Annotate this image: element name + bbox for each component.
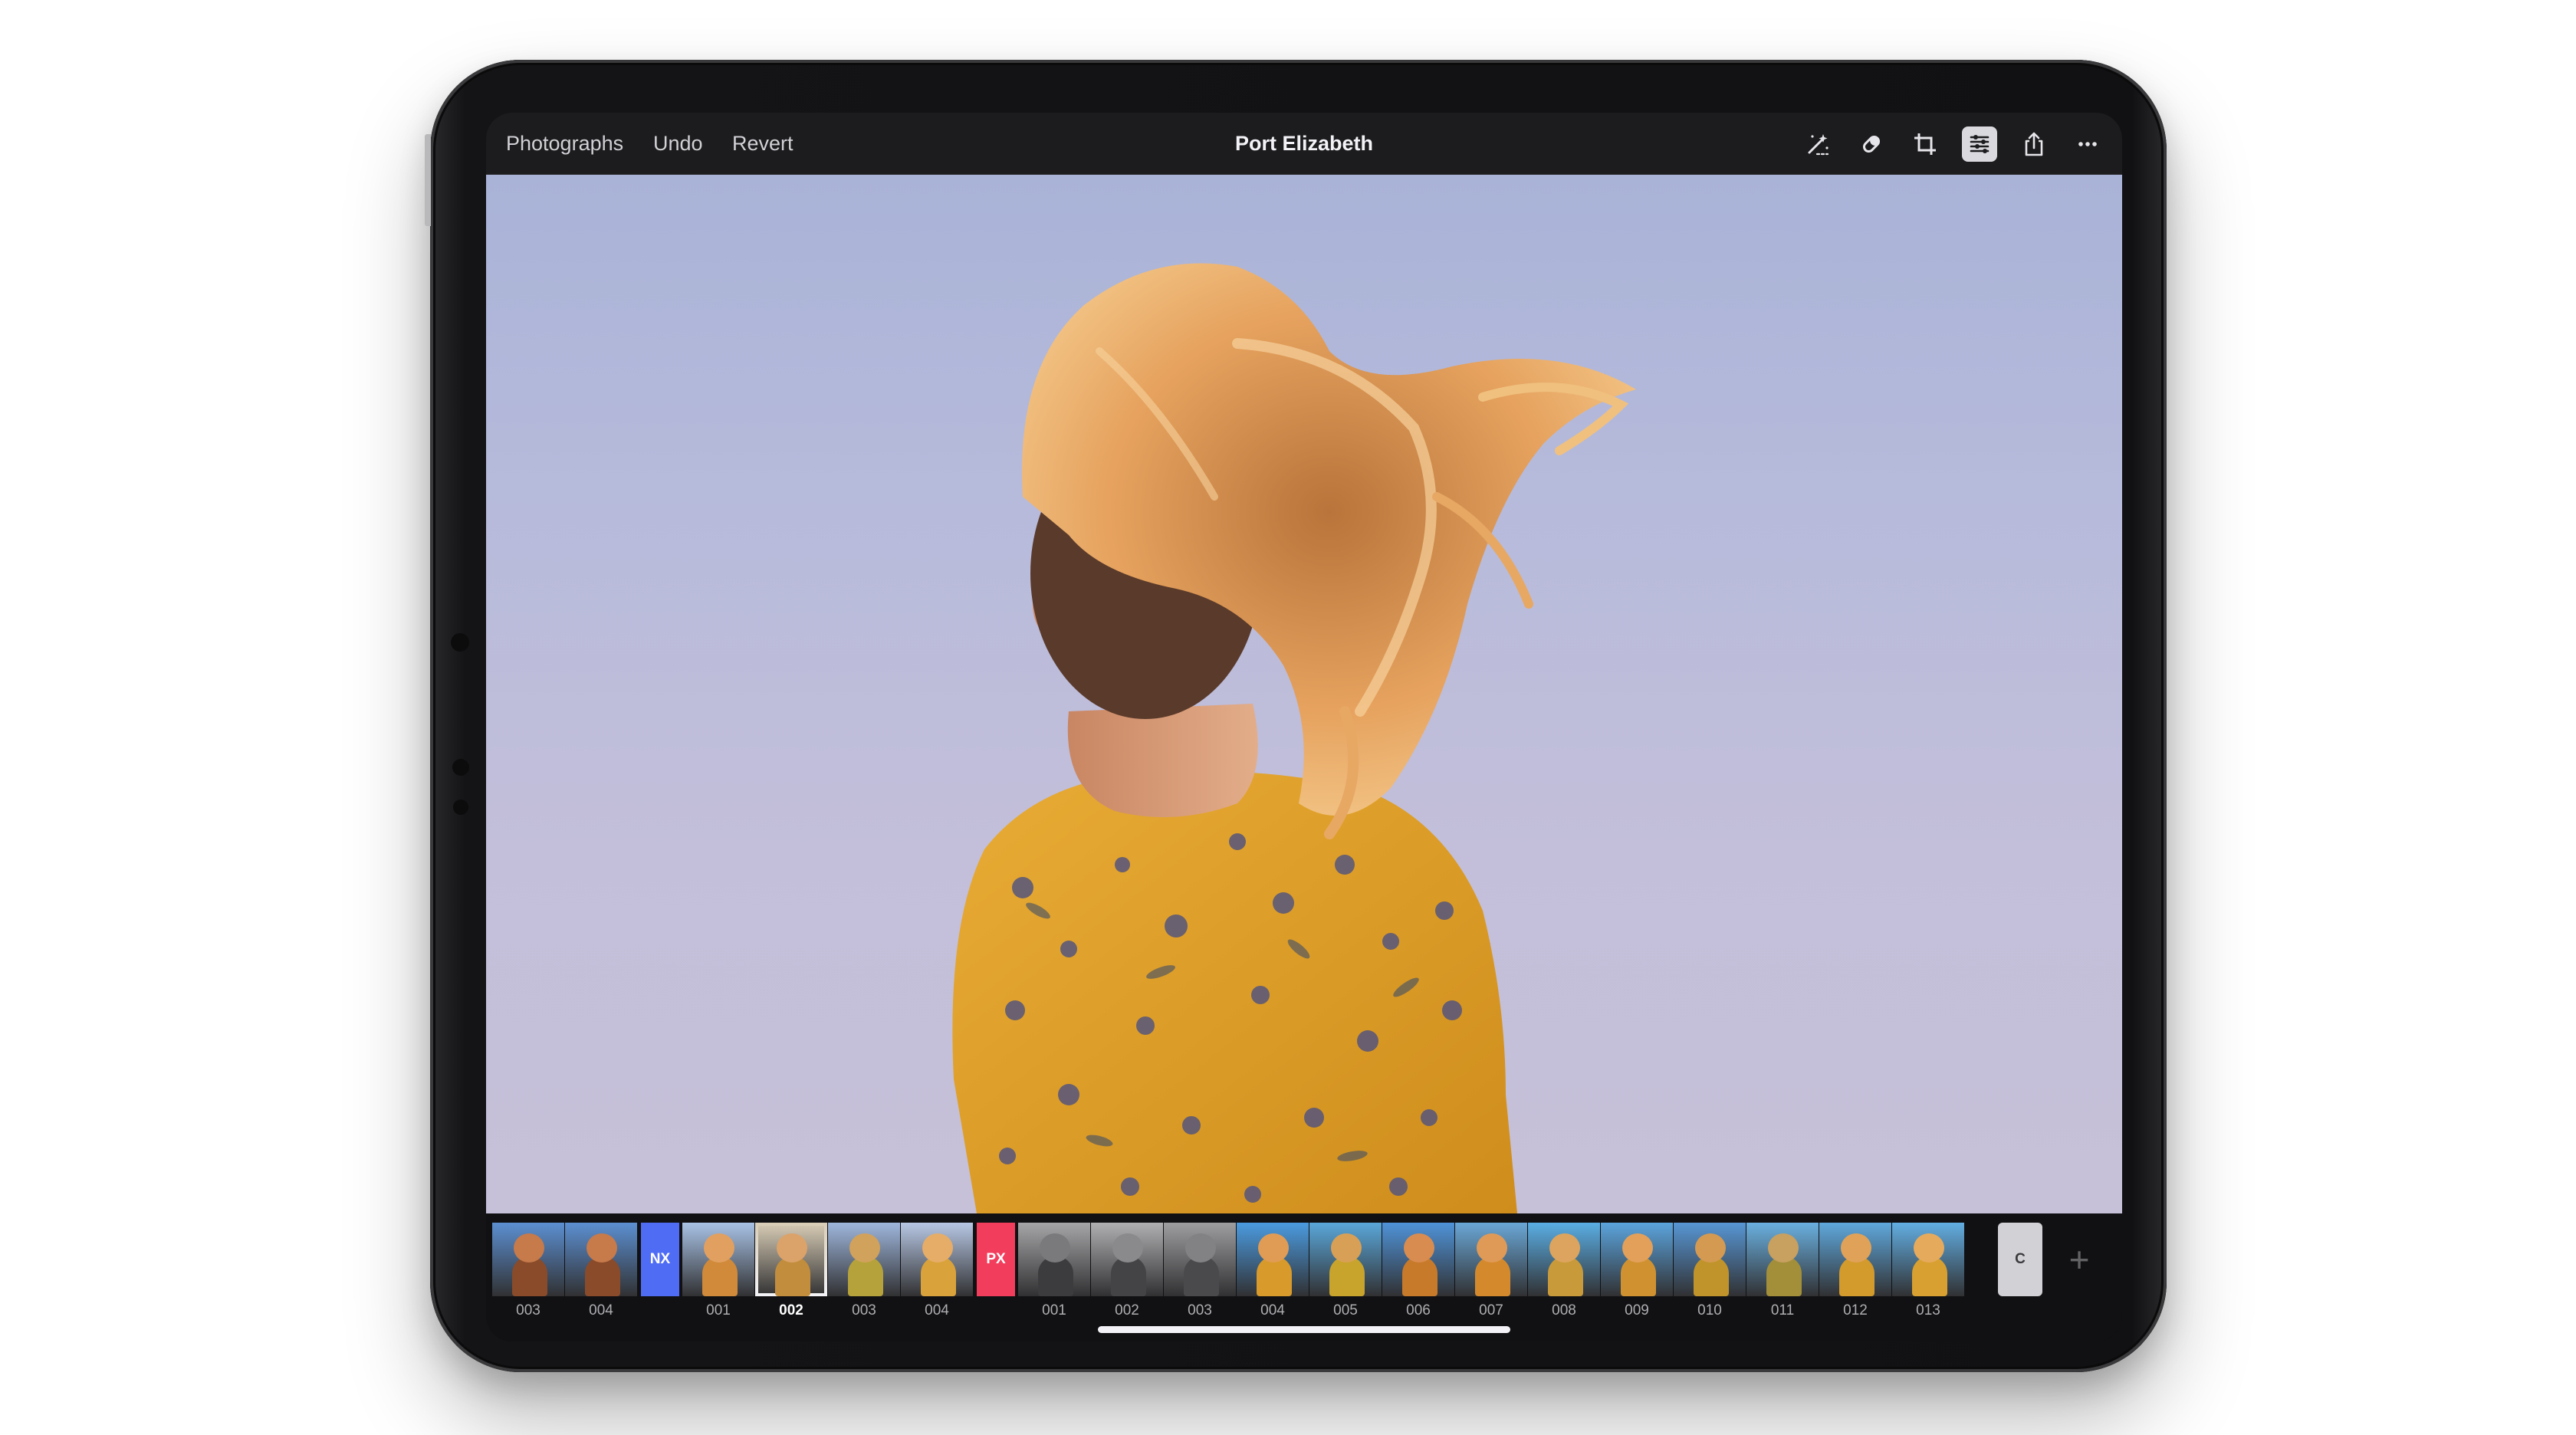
filter-thumbnail[interactable] bbox=[1892, 1223, 1964, 1296]
filter-thumbnail[interactable] bbox=[565, 1223, 637, 1296]
adjustments-icon[interactable] bbox=[1962, 126, 1997, 162]
filter-thumbnail[interactable] bbox=[828, 1223, 900, 1296]
filter-thumbnail-label: 004 bbox=[589, 1302, 613, 1318]
photo-canvas[interactable] bbox=[486, 175, 2122, 1213]
filter-thumbnail[interactable] bbox=[492, 1223, 564, 1296]
more-icon[interactable] bbox=[2070, 126, 2105, 162]
filter-thumbnail[interactable] bbox=[682, 1223, 754, 1296]
plus-icon[interactable]: + bbox=[2052, 1223, 2107, 1296]
filter-thumbnail[interactable] bbox=[901, 1223, 973, 1296]
filter-set-tag-px[interactable]: PX bbox=[977, 1223, 1015, 1296]
custom-filter-set-tile[interactable]: C bbox=[1998, 1223, 2042, 1296]
filter-thumbnail[interactable] bbox=[1601, 1223, 1673, 1296]
home-indicator[interactable] bbox=[1098, 1326, 1510, 1333]
filter-thumbnail[interactable] bbox=[755, 1223, 827, 1296]
filter-thumbnail[interactable] bbox=[1674, 1223, 1746, 1296]
app-screen: Photographs Undo Revert Port Elizabeth C… bbox=[486, 113, 2122, 1341]
side-magnet-dot bbox=[453, 800, 468, 815]
filter-filmstrip: C + 003 004 NX 001 002 003 004 PX 001 002 003 004 00… bbox=[486, 1213, 2122, 1341]
filter-thumbnail-label: 010 bbox=[1697, 1302, 1722, 1318]
filter-thumbnail-label: 007 bbox=[1479, 1302, 1503, 1318]
filter-set-tag-nx[interactable]: NX bbox=[641, 1223, 679, 1296]
filter-thumbnail[interactable] bbox=[1819, 1223, 1891, 1296]
filter-thumbnail[interactable] bbox=[1309, 1223, 1382, 1296]
filter-thumbnail-label: 008 bbox=[1552, 1302, 1576, 1318]
filter-thumbnail-label: 003 bbox=[516, 1302, 540, 1318]
filter-thumbnail-label: 003 bbox=[1188, 1302, 1212, 1318]
filter-thumbnail-label: 004 bbox=[1260, 1302, 1285, 1318]
filter-thumbnail[interactable] bbox=[1746, 1223, 1819, 1296]
filter-thumbnail-label: 005 bbox=[1333, 1302, 1358, 1318]
filter-thumbnail-label: 009 bbox=[1625, 1302, 1649, 1318]
filter-thumbnail-label: 013 bbox=[1916, 1302, 1940, 1318]
filter-thumbnail-label: 002 bbox=[1115, 1302, 1139, 1318]
side-magnet-dot bbox=[451, 633, 469, 652]
filter-thumbnail-label: 006 bbox=[1406, 1302, 1431, 1318]
filter-thumbnail[interactable] bbox=[1091, 1223, 1163, 1296]
filter-thumbnail-label: 012 bbox=[1843, 1302, 1868, 1318]
crop-icon[interactable] bbox=[1907, 126, 1943, 162]
retouch-brush-icon[interactable] bbox=[1854, 126, 1889, 162]
filter-thumbnail[interactable] bbox=[1164, 1223, 1236, 1296]
top-bar: Photographs Undo Revert Port Elizabeth bbox=[486, 113, 2122, 175]
share-icon[interactable] bbox=[2016, 126, 2052, 162]
filter-thumbnail-label: 004 bbox=[925, 1302, 949, 1318]
filter-thumbnail[interactable] bbox=[1528, 1223, 1600, 1296]
filter-thumbnail-label: 003 bbox=[852, 1302, 876, 1318]
filter-thumbnail-label: 001 bbox=[706, 1302, 731, 1318]
volume-button bbox=[425, 134, 431, 226]
photo-illustration bbox=[952, 263, 1636, 1213]
filter-thumbnail[interactable] bbox=[1237, 1223, 1309, 1296]
filter-thumbnail-label: 002 bbox=[779, 1302, 803, 1318]
filter-thumbnail[interactable] bbox=[1382, 1223, 1454, 1296]
filter-thumbnail[interactable] bbox=[1018, 1223, 1090, 1296]
magic-wand-icon[interactable] bbox=[1800, 126, 1835, 162]
filter-thumbnail-label: 001 bbox=[1042, 1302, 1066, 1318]
filter-thumbnail-label: 011 bbox=[1770, 1302, 1795, 1318]
side-magnet-dot bbox=[452, 759, 469, 776]
filter-thumbnail[interactable] bbox=[1455, 1223, 1527, 1296]
